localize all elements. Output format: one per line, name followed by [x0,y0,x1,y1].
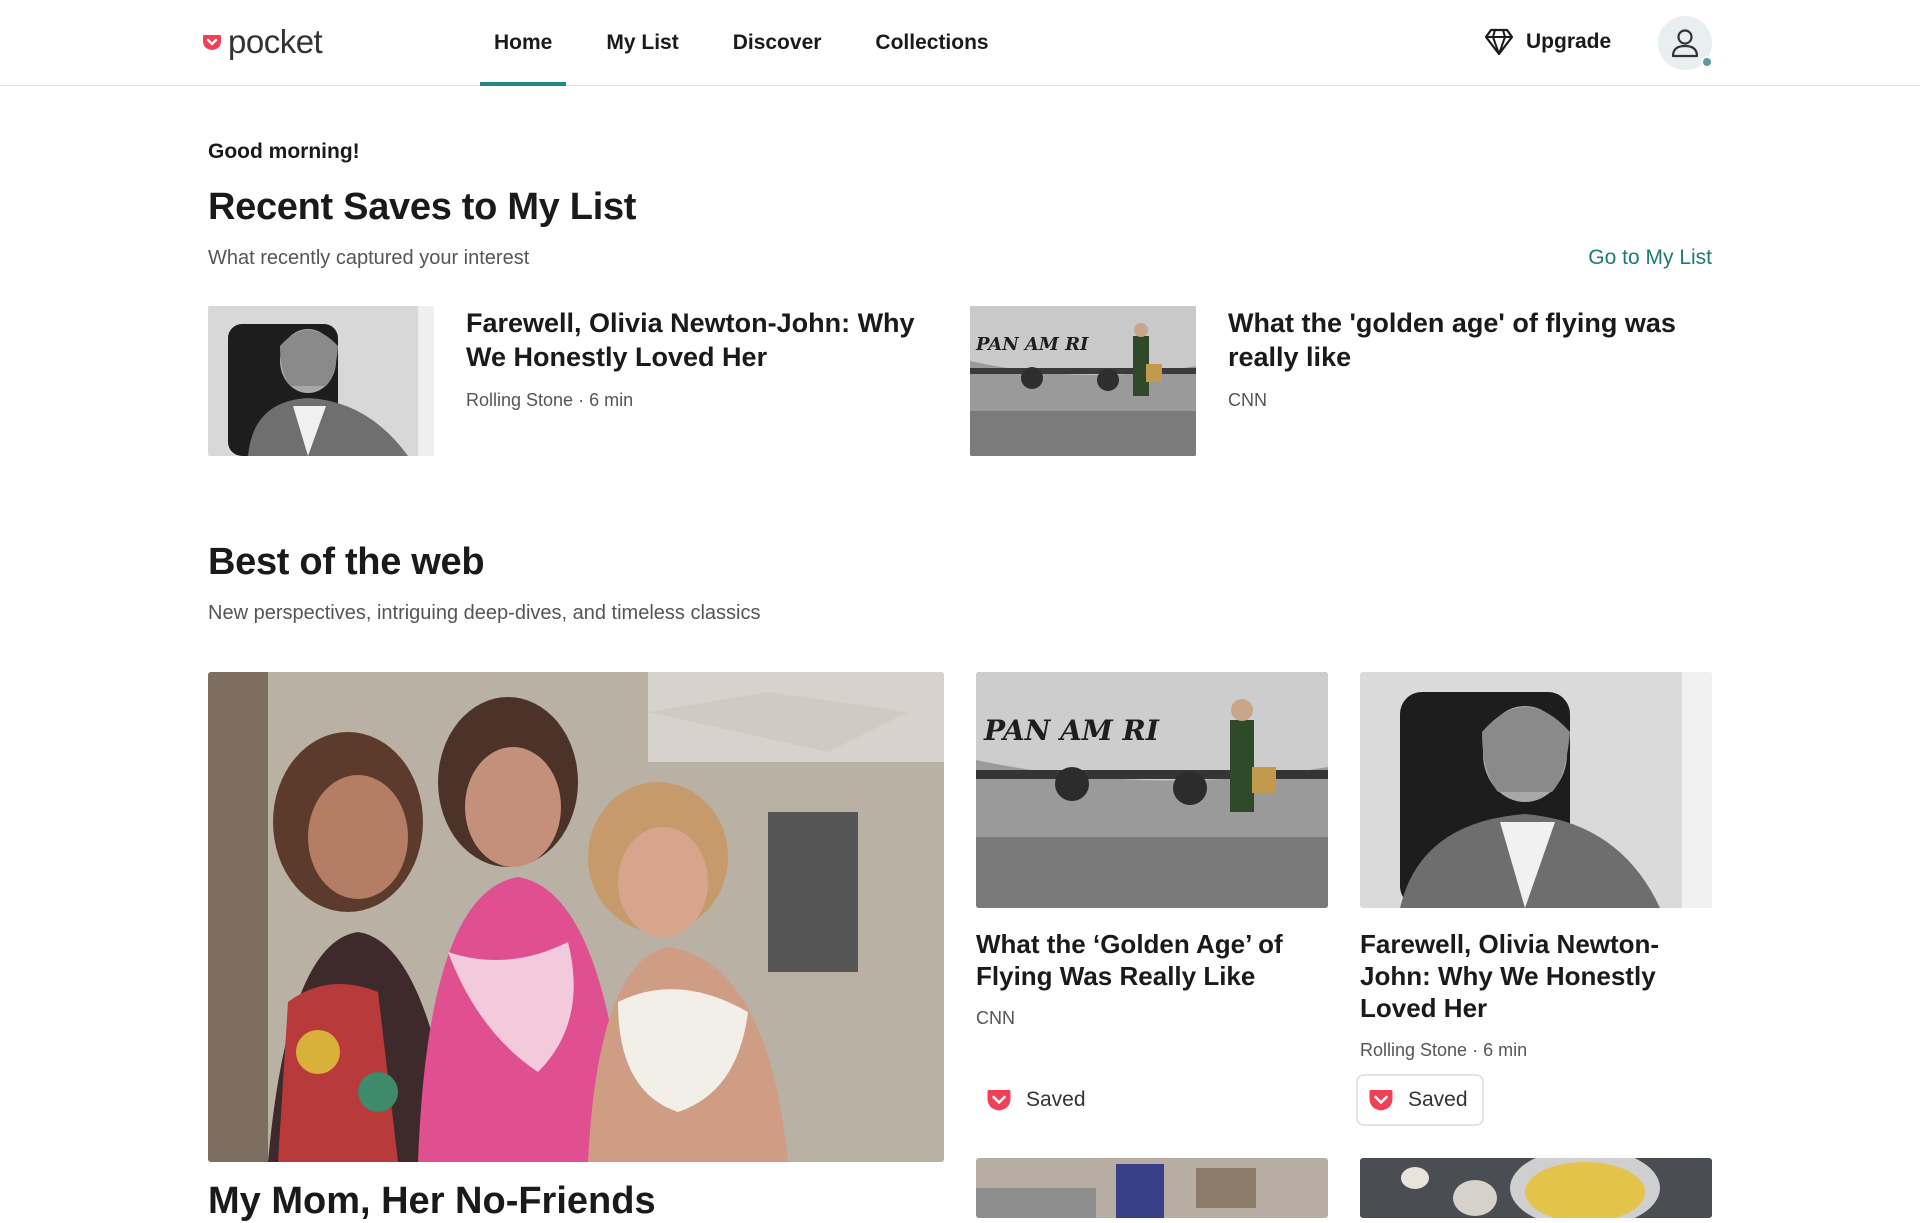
best-of-web-title: Best of the web [208,541,485,583]
recent-item-meta: CNN [1228,390,1267,410]
recent-item[interactable]: PAN AM RI What the 'golden age' of flyin… [970,306,1698,456]
recent-saves-subtitle: What recently captured your interest [208,247,530,269]
article-card-thumbnail[interactable]: PAN AM RI [976,672,1328,908]
upgrade-label: Upgrade [1526,30,1612,53]
greeting: Good morning! [208,140,360,163]
article-card-thumbnail[interactable] [976,1158,1328,1218]
avatar[interactable] [1658,16,1713,70]
hero-article-image[interactable] [208,672,944,1162]
hero-article-title[interactable]: My Mom, Her No-Friends [208,1180,656,1223]
article-card-thumbnail[interactable] [1360,672,1712,908]
article-card[interactable]: Farewell, Olivia Newton-John: Why We Hon… [1360,672,1712,1061]
user-icon [1671,29,1699,58]
article-card-title[interactable]: What the ‘Golden Age’ of Flying Was Real… [976,928,1328,992]
svg-text:PAN AM RI: PAN AM RI [975,334,1089,355]
logo-text: pocket [228,23,323,60]
article-card-meta: CNN [976,1008,1015,1028]
recent-item-thumbnail[interactable]: PAN AM RI [970,306,1196,456]
saved-button[interactable]: Saved [1356,1074,1484,1126]
diamond-icon [1484,28,1514,56]
tab-discover[interactable]: Discover [719,0,836,86]
recent-saves-title: Recent Saves to My List [208,186,637,228]
article-card-title[interactable]: Farewell, Olivia Newton-John: Why We Hon… [1360,928,1712,1024]
recent-item-title[interactable]: Farewell, Olivia Newton-John: Why We Hon… [466,306,936,374]
recent-item-meta: Rolling Stone · 6 min [466,390,634,410]
tab-home[interactable]: Home [480,0,567,86]
top-header: pocket Home My List Discover Collections… [0,0,1920,86]
pocket-saved-icon [987,1090,1011,1111]
recent-item-title[interactable]: What the 'golden age' of flying was real… [1228,306,1698,374]
status-indicator [1701,56,1713,68]
tab-my-list[interactable]: My List [592,0,692,86]
recent-item-thumbnail[interactable] [208,306,434,456]
upgrade-button[interactable]: Upgrade [1484,22,1611,62]
go-to-my-list-link[interactable]: Go to My List [1588,246,1712,270]
saved-label: Saved [1408,1088,1468,1111]
recent-item[interactable]: Farewell, Olivia Newton-John: Why We Hon… [208,306,936,456]
saved-button[interactable]: Saved [976,1074,1100,1126]
article-card[interactable]: PAN AM RI What the ‘Golden Age’ of Flyin… [976,672,1328,1029]
pocket-logo-icon [203,35,221,50]
tab-collections[interactable]: Collections [861,0,1002,86]
pocket-saved-icon [1369,1090,1393,1111]
svg-text:PAN AM RI: PAN AM RI [983,714,1160,747]
article-card-thumbnail[interactable] [1360,1158,1712,1218]
best-of-web-subtitle: New perspectives, intriguing deep-dives,… [208,602,761,624]
saved-label: Saved [1026,1088,1086,1111]
article-card-meta: Rolling Stone · 6 min [1360,1040,1528,1060]
main-nav: Home My List Discover Collections [480,0,1029,86]
pocket-logo[interactable]: pocket [202,23,323,60]
